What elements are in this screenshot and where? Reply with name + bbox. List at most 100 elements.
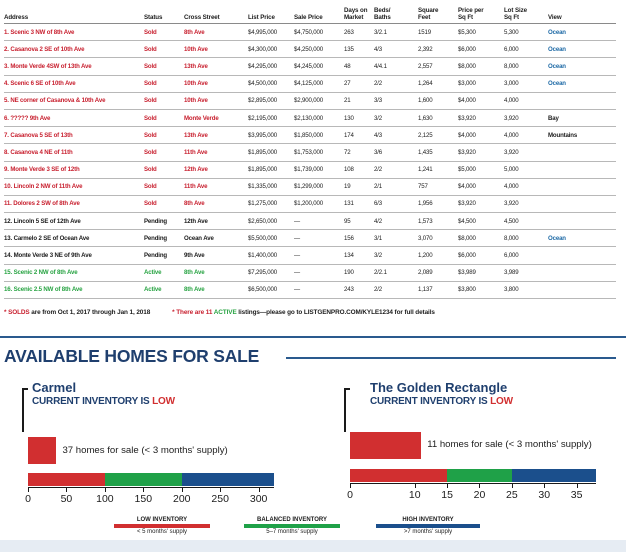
cell-cross: Ocean Ave: [184, 229, 248, 248]
cell-list: $1,400,000: [248, 246, 294, 265]
cell-sqft: 3,070: [418, 229, 458, 248]
cell-bb: 2/1: [374, 178, 418, 196]
cell-sqft: 1,573: [418, 212, 458, 231]
cell-list: $1,335,000: [248, 178, 294, 196]
cell-dom: 48: [344, 57, 374, 76]
cell-list: $2,895,000: [248, 92, 294, 110]
panel-name: Carmel: [32, 380, 77, 395]
available-homes-title: AVAILABLE HOMES FOR SALE: [4, 346, 260, 366]
cell-sqft: 2,125: [418, 126, 458, 145]
cell-ppsf: $5,000: [458, 161, 504, 179]
cell-sale: $2,900,000: [294, 92, 344, 110]
header-list-price: List Price: [248, 0, 294, 24]
cell-list: $5,500,000: [248, 229, 294, 248]
cell-sale: —: [294, 264, 344, 282]
cell-cross: 13th Ave: [184, 57, 248, 76]
cell-ppsf: $3,800: [458, 281, 504, 300]
cell-status: Active: [144, 264, 184, 282]
scale-tick: [220, 487, 222, 492]
cell-dom: 27: [344, 75, 374, 93]
table-row: 6. ????? 9th Ave Sold Monte Verde $2,195,00…: [4, 109, 616, 128]
cell-view: [548, 92, 616, 110]
market-report-page: Address Status Cross Street List Price S…: [0, 0, 626, 552]
scale-axis: [28, 487, 274, 488]
panel-bracket: [344, 388, 346, 432]
table-row: 3. Monte Verde 4SW of 13th Ave Sold 13th A…: [4, 57, 616, 76]
table-row: 12. Lincoln 5 SE of 12th Ave Pending 12th …: [4, 212, 616, 231]
inventory-status: CURRENT INVENTORY IS LOW: [370, 396, 513, 407]
scale-tick-label: 0: [347, 489, 353, 501]
cell-sale: —: [294, 229, 344, 248]
panel-name: The Golden Rectangle: [370, 380, 508, 395]
cell-sqft: 1519: [418, 23, 458, 42]
cell-view: Ocean: [548, 57, 616, 76]
table-row: 14. Monte Verde 3 NE of 9th Ave Pending 9t…: [4, 246, 616, 265]
inventory-scale: [28, 473, 274, 486]
header-status: Status: [144, 0, 184, 24]
section-divider: [0, 336, 626, 338]
cell-address: 7. Casanova 5 SE of 13th: [4, 126, 144, 145]
cell-list: $1,895,000: [248, 161, 294, 179]
active-note-star: * There are 11: [172, 309, 214, 316]
cell-lot: 4,000: [504, 92, 548, 110]
legend-title: HIGH INVENTORY: [402, 517, 454, 523]
cell-sqft: 2,392: [418, 40, 458, 59]
cell-sqft: 2,089: [418, 264, 458, 282]
scale-tick-label: 200: [172, 493, 191, 505]
cell-cross: 8th Ave: [184, 281, 248, 300]
cell-lot: 4,000: [504, 126, 548, 145]
scale-tick-label: 100: [96, 493, 114, 505]
cell-status: Sold: [144, 75, 184, 93]
title-rule: [286, 357, 616, 359]
cell-ppsf: $8,000: [458, 57, 504, 76]
cell-ppsf: $4,000: [458, 126, 504, 145]
solds-note-star: * SOLDS: [4, 309, 30, 316]
cell-dom: 72: [344, 143, 374, 162]
cell-address: 14. Monte Verde 3 NE of 9th Ave: [4, 246, 144, 265]
cell-address: 9. Monte Verde 3 SE of 12th: [4, 161, 144, 179]
cell-address: 1. Scenic 3 NW of 8th Ave: [4, 23, 144, 42]
cell-status: Sold: [144, 143, 184, 162]
scale-tick: [28, 487, 29, 492]
scale-axis: [350, 483, 596, 484]
cell-status: Pending: [144, 229, 184, 248]
legend-title: LOW INVENTORY: [136, 517, 188, 523]
cell-sqft: 2,557: [418, 57, 458, 76]
scale-tick: [104, 487, 106, 492]
header-beds-baths: Beds/Baths: [374, 0, 418, 24]
table-row: 16. Scenic 2.5 NW of 8th Ave Active 8th Av…: [4, 281, 616, 300]
scale-tick-label: 35: [570, 489, 583, 501]
cell-ppsf: $5,300: [458, 23, 504, 42]
cell-sale: $4,245,000: [294, 57, 344, 76]
cell-view: Ocean: [548, 229, 616, 248]
legend-swatch: [244, 524, 340, 528]
cell-status: Sold: [144, 23, 184, 42]
active-note-text: listings—please go to LISTGENPRO.COM/KYL…: [236, 309, 435, 316]
balanced-segment: [104, 473, 182, 486]
cell-status: Sold: [144, 109, 184, 128]
homes-for-sale-text: 11 homes for sale (< 3 months' supply): [427, 439, 592, 450]
table-row: 1. Scenic 3 NW of 8th Ave Sold 8th Ave $4,9…: [4, 23, 616, 42]
scale-tick-label: 300: [249, 493, 268, 505]
cell-status: Sold: [144, 178, 184, 196]
scale-tick-label: 0: [25, 493, 31, 505]
cell-status: Sold: [144, 57, 184, 76]
header-view: View: [548, 0, 616, 24]
cell-bb: 3/3: [374, 92, 418, 110]
table-row: 4. Scenic 6 SE of 10th Ave Sold 10th Ave $4…: [4, 75, 616, 93]
cell-sqft: 1,600: [418, 92, 458, 110]
cell-cross: 11th Ave: [184, 143, 248, 162]
legend-swatch: [376, 524, 480, 528]
panel-bracket-tick: [22, 388, 28, 390]
cell-status: Sold: [144, 92, 184, 110]
cell-ppsf: $4,000: [458, 178, 504, 196]
scale-tick-label: 30: [538, 489, 551, 501]
scale-tick: [447, 483, 449, 488]
cell-list: $4,995,000: [248, 23, 294, 42]
cell-lot: 3,920: [504, 109, 548, 128]
cell-lot: 3,800: [504, 281, 548, 300]
golden-rectangle-inventory-panel: The Golden Rectangle CURRENT INVENTORY I…: [344, 380, 614, 501]
cell-lot: 3,000: [504, 75, 548, 93]
cell-lot: 4,000: [504, 178, 548, 196]
legend-low-inventory: LOW INVENTORY < 5 months' supply: [114, 517, 210, 535]
